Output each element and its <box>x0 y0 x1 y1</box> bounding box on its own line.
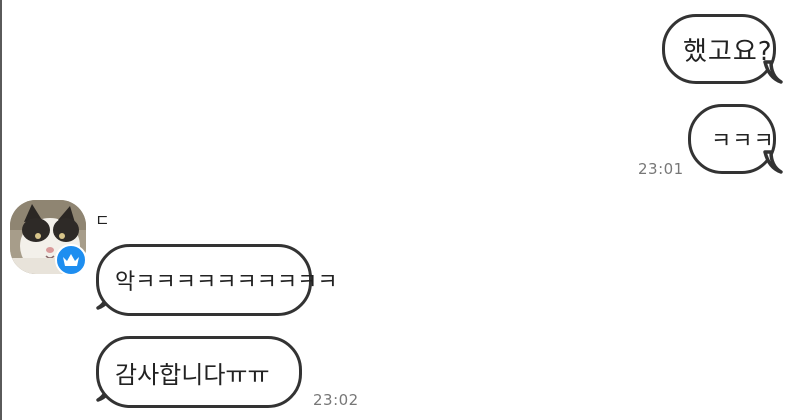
crown-icon <box>63 254 79 266</box>
message-text: 악ㅋㅋㅋㅋㅋㅋㅋㅋㅋㅋ <box>115 270 338 295</box>
sent-message-bubble[interactable]: ㅋㅋㅋ <box>688 104 776 174</box>
sender-name: ㄷ <box>95 211 110 230</box>
message-text: ㅋㅋㅋ <box>711 129 775 154</box>
received-message-bubble[interactable]: 악ㅋㅋㅋㅋㅋㅋㅋㅋㅋㅋ <box>96 244 338 316</box>
sent-message-bubble[interactable]: 했고요? <box>662 14 776 84</box>
message-timestamp: 23:02 <box>313 391 359 409</box>
received-message-bubble[interactable]: 감사합니다ㅠㅠ <box>96 336 302 408</box>
crown-badge <box>55 244 87 276</box>
left-border <box>0 0 2 420</box>
message-text: 했고요? <box>683 36 773 67</box>
message-text: 감사합니다ㅠㅠ <box>115 360 270 389</box>
message-timestamp: 23:01 <box>638 160 684 178</box>
bubble-tail <box>763 150 783 174</box>
bubble-tail <box>763 60 783 84</box>
